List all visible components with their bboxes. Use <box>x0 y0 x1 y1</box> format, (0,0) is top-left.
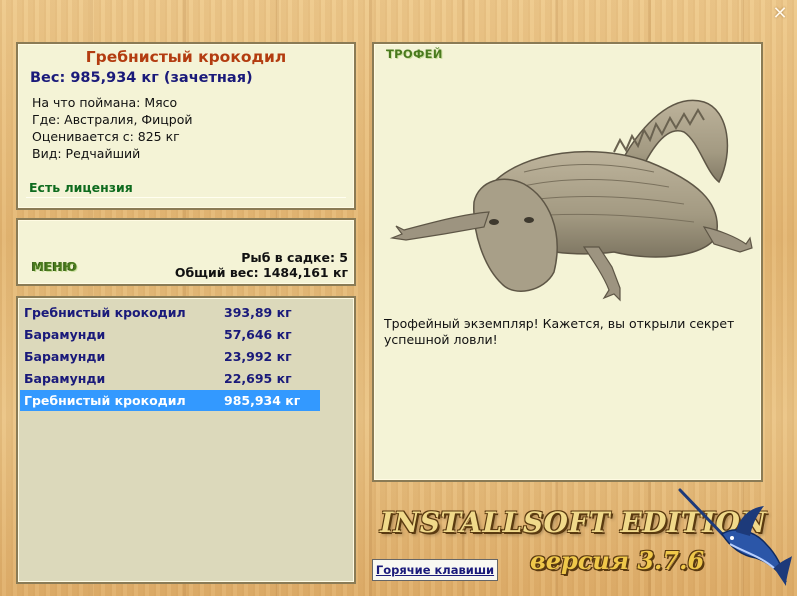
catch-weight: 985,934 кг <box>224 393 301 408</box>
hotkeys-button[interactable]: Горячие клавиши <box>372 559 498 581</box>
trophy-label: ТРОФЕЙ <box>386 47 443 61</box>
rarity-detail: Вид: Редчайший <box>32 146 141 161</box>
net-summary-panel: МЕНЮ Рыб в садке: 5 Общий вес: 1484,161 … <box>16 218 356 286</box>
catch-name: Барамунди <box>24 371 106 386</box>
fish-weight: Вес: 985,934 кг (зачетная) <box>30 70 253 86</box>
marlin-icon <box>678 488 792 586</box>
menu-button[interactable]: МЕНЮ <box>32 260 77 274</box>
bait-detail: На что поймана: Мясо <box>32 95 178 110</box>
list-item-selected[interactable]: Гребнистый крокодил 985,934 кг <box>20 390 320 411</box>
catch-weight: 393,89 кг <box>224 305 292 320</box>
catch-list: Гребнистый крокодил 393,89 кг Барамунди … <box>16 296 356 584</box>
catch-weight: 23,992 кг <box>224 349 292 364</box>
catch-name: Барамунди <box>24 349 106 364</box>
divider <box>26 197 346 198</box>
list-item[interactable]: Барамунди 57,646 кг <box>20 324 320 345</box>
close-icon[interactable]: ✕ <box>770 4 790 24</box>
trophy-panel: ТРОФЕЙ Трофейный экземпляр! Кажется, вы … <box>372 42 763 482</box>
valuation-detail: Оценивается с: 825 кг <box>32 129 180 144</box>
license-status: Есть лицензия <box>29 180 133 195</box>
catch-weight: 57,646 кг <box>224 327 292 342</box>
fish-name-title: Гребнистый крокодил <box>85 48 287 66</box>
catch-name: Гребнистый крокодил <box>24 393 186 408</box>
list-item[interactable]: Гребнистый крокодил 393,89 кг <box>20 302 320 323</box>
catch-name: Гребнистый крокодил <box>24 305 186 320</box>
trophy-message: Трофейный экземпляр! Кажется, вы открыли… <box>384 316 735 347</box>
list-item[interactable]: Барамунди 22,695 кг <box>20 368 320 389</box>
catch-weight: 22,695 кг <box>224 371 292 386</box>
catch-name: Барамунди <box>24 327 106 342</box>
location-detail: Где: Австралия, Фицрой <box>32 112 193 127</box>
fish-count: Рыб в садке: 5 <box>241 250 348 265</box>
net-stats: Рыб в садке: 5 Общий вес: 1484,161 кг <box>175 250 348 280</box>
crocodile-trophy-image <box>389 99 753 302</box>
list-item[interactable]: Барамунди 23,992 кг <box>20 346 320 367</box>
total-weight: Общий вес: 1484,161 кг <box>174 265 348 280</box>
fish-info-panel: Гребнистый крокодил Вес: 985,934 кг (зач… <box>16 42 356 210</box>
